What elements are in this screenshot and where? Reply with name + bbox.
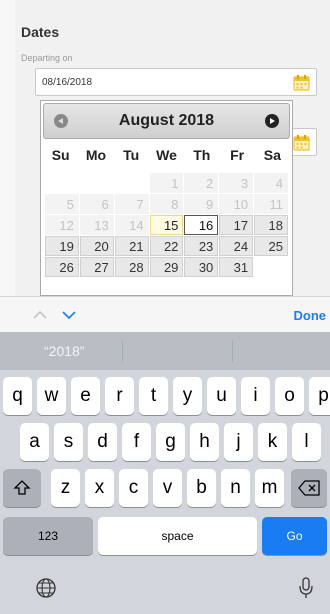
day-cell[interactable]: 29	[149, 257, 184, 277]
key-s[interactable]: s	[54, 423, 83, 461]
key-g[interactable]: g	[156, 423, 185, 461]
day-cell: 14	[114, 215, 149, 235]
weekday-label: Fr	[230, 147, 245, 163]
day-cell[interactable]: 15	[149, 215, 184, 235]
weekday-header: Su Mo Tu We Th Fr Sa	[43, 145, 290, 165]
globe-icon[interactable]	[35, 577, 57, 604]
suggestion-item[interactable]: “2018”	[44, 332, 84, 370]
space-key[interactable]: space	[98, 517, 257, 555]
day-grid: 1 2 3 4 5 6 7 8 9 10 11 12 13 14 15 16 17 18 19 20 21 22 23 24 2…	[43, 173, 290, 277]
day-cell[interactable]: 24	[219, 236, 254, 256]
keyboard-accessory-bar: Done	[0, 296, 330, 333]
key-w[interactable]: w	[37, 377, 66, 415]
key-o[interactable]: o	[275, 377, 304, 415]
key-d[interactable]: d	[88, 423, 117, 461]
departing-label: Departing on	[21, 53, 73, 63]
section-title: Dates	[21, 24, 60, 40]
next-month-icon[interactable]	[265, 114, 279, 128]
day-cell[interactable]: 30	[184, 257, 219, 277]
key-y[interactable]: y	[173, 377, 202, 415]
day-cell[interactable]: 28	[114, 257, 149, 277]
empty-cell	[254, 257, 288, 277]
day-cell[interactable]: 18	[254, 215, 288, 235]
day-cell[interactable]: 16	[184, 215, 219, 235]
key-e[interactable]: e	[71, 377, 100, 415]
day-cell: 13	[79, 215, 114, 235]
day-cell: 9	[184, 194, 219, 214]
day-cell: 6	[79, 194, 114, 214]
departing-date-input[interactable]: 08/16/2018	[35, 68, 317, 96]
suggestion-divider	[122, 340, 123, 362]
day-cell[interactable]: 22	[149, 236, 184, 256]
suggestion-bar: “2018”	[0, 332, 330, 370]
empty-cell	[80, 173, 114, 193]
done-button[interactable]: Done	[294, 308, 327, 323]
backspace-key[interactable]	[291, 469, 327, 507]
departing-date-value: 08/16/2018	[42, 76, 93, 88]
key-l[interactable]: l	[292, 423, 321, 461]
shift-key[interactable]	[3, 469, 41, 507]
calendar-icon[interactable]	[293, 134, 310, 151]
key-j[interactable]: j	[224, 423, 253, 461]
key-v[interactable]: v	[153, 469, 182, 507]
calendar-icon[interactable]	[293, 74, 310, 91]
empty-cell	[45, 173, 79, 193]
key-b[interactable]: b	[187, 469, 216, 507]
day-cell: 8	[149, 194, 184, 214]
key-q[interactable]: q	[3, 377, 32, 415]
day-cell: 1	[149, 173, 184, 193]
key-n[interactable]: n	[221, 469, 250, 507]
key-t[interactable]: t	[139, 377, 168, 415]
key-r[interactable]: r	[105, 377, 134, 415]
day-cell: 10	[219, 194, 254, 214]
day-cell[interactable]: 31	[219, 257, 254, 277]
key-a[interactable]: a	[20, 423, 49, 461]
key-c[interactable]: c	[119, 469, 148, 507]
weekday-label: Tu	[123, 147, 140, 163]
month-title: August 2018	[118, 112, 215, 129]
numbers-key[interactable]: 123	[3, 517, 93, 555]
weekday-label: We	[156, 147, 177, 163]
day-cell: 12	[45, 215, 79, 235]
key-h[interactable]: h	[190, 423, 219, 461]
key-z[interactable]: z	[51, 469, 80, 507]
suggestion-divider	[232, 340, 233, 362]
key-k[interactable]: k	[258, 423, 287, 461]
empty-cell	[115, 173, 149, 193]
microphone-icon[interactable]	[298, 576, 314, 605]
datepicker-header: August 2018	[43, 103, 290, 139]
weekday-label: Sa	[263, 147, 281, 163]
datepicker: August 2018 Su Mo Tu We Th Fr Sa 1 2 3 4 5 6 7 8 9 10 11…	[40, 100, 293, 296]
day-cell: 4	[254, 173, 288, 193]
day-cell[interactable]: 26	[45, 257, 79, 277]
day-cell[interactable]: 19	[45, 236, 79, 256]
day-cell[interactable]: 27	[79, 257, 114, 277]
key-i[interactable]: i	[241, 377, 270, 415]
day-cell: 5	[45, 194, 79, 214]
day-cell[interactable]: 23	[184, 236, 219, 256]
keyboard: “2018” q w e r t y u i o p a s d f g h j k l z x c v b n m 123 spac…	[0, 332, 330, 614]
key-m[interactable]: m	[255, 469, 284, 507]
key-u[interactable]: u	[207, 377, 236, 415]
go-key[interactable]: Go	[262, 517, 327, 555]
previous-field-icon[interactable]	[33, 308, 47, 322]
day-cell: 2	[184, 173, 219, 193]
next-field-icon[interactable]	[62, 308, 76, 322]
key-f[interactable]: f	[122, 423, 151, 461]
weekday-label: Mo	[85, 147, 107, 163]
day-cell[interactable]: 20	[79, 236, 114, 256]
day-cell[interactable]: 21	[114, 236, 149, 256]
day-cell: 7	[114, 194, 149, 214]
day-cell: 11	[254, 194, 288, 214]
key-p[interactable]: p	[309, 377, 330, 415]
weekday-label: Th	[193, 147, 211, 163]
day-cell[interactable]: 25	[254, 236, 288, 256]
day-cell: 3	[219, 173, 254, 193]
weekday-label: Su	[51, 147, 70, 163]
prev-month-icon[interactable]	[54, 114, 68, 128]
key-x[interactable]: x	[85, 469, 114, 507]
day-cell[interactable]: 17	[219, 215, 254, 235]
